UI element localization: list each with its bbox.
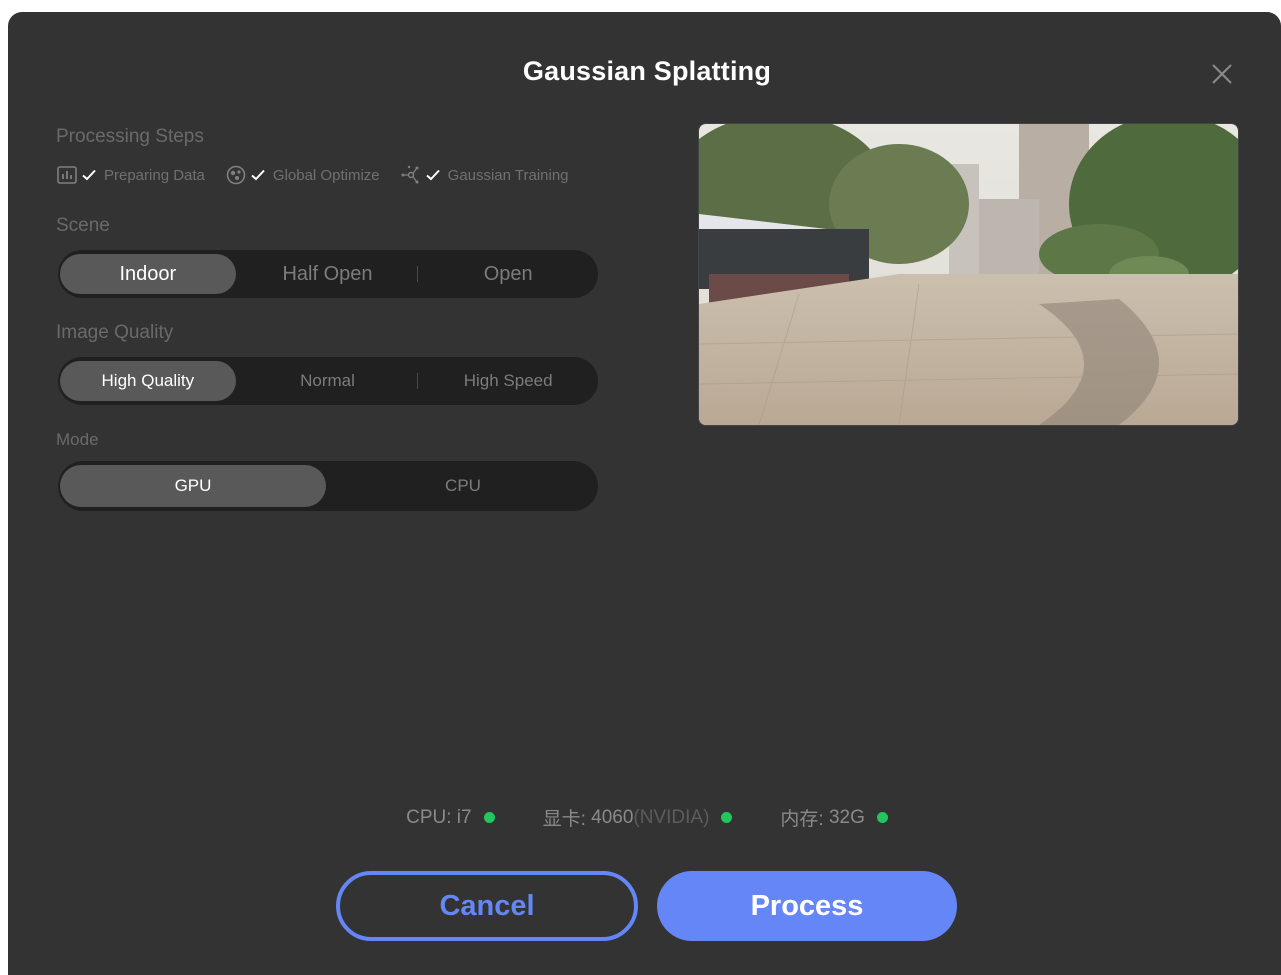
step-checkbox-checked[interactable] (424, 166, 442, 184)
scene-option-half-open[interactable]: Half Open (240, 254, 416, 294)
mode-selector: GPU CPU (58, 461, 598, 511)
close-icon (1212, 64, 1232, 84)
mode-option-cpu[interactable]: CPU (330, 465, 596, 507)
gpu-status: 显卡: 4060 (NVIDIA) (543, 804, 733, 831)
memory-value: 32G (828, 806, 865, 828)
processing-steps-label: Processing Steps (56, 126, 204, 147)
segment-divider (417, 373, 419, 389)
gpu-vendor: (NVIDIA) (633, 806, 710, 828)
gpu-label: 显卡: (542, 809, 586, 830)
scene-selector: Indoor Half Open Open (58, 250, 598, 298)
step-label: Preparing Data (104, 166, 205, 184)
system-status: CPU: i7 显卡: 4060 (NVIDIA) 内存: 32G (8, 804, 1281, 831)
cpu-value: i7 (456, 806, 472, 828)
scene-option-indoor[interactable]: Indoor (60, 254, 236, 294)
process-button[interactable]: Process (657, 871, 957, 941)
network-nodes-icon (400, 164, 422, 186)
step-gaussian-training: Gaussian Training (400, 164, 569, 186)
bar-chart-icon (56, 164, 78, 186)
gpu-value: 4060 (591, 806, 634, 828)
image-quality-label: Image Quality (56, 322, 174, 343)
step-label: Gaussian Training (447, 166, 569, 184)
quality-option-high-quality[interactable]: High Quality (60, 361, 236, 401)
dialog-title: Gaussian Splatting (522, 56, 772, 86)
quality-option-high-speed[interactable]: High Speed (420, 361, 596, 401)
cpu-label: CPU: (406, 806, 452, 828)
memory-label: 内存: (780, 809, 824, 830)
cancel-button[interactable]: Cancel (336, 871, 638, 941)
step-global-optimize: Global Optimize (225, 164, 380, 186)
memory-status: 内存: 32G (780, 804, 888, 831)
processing-steps: Preparing Data Global Optimize Gaussian … (56, 163, 589, 187)
status-ok-indicator (721, 812, 733, 823)
step-checkbox-checked[interactable] (80, 166, 98, 184)
mode-label: Mode (56, 430, 99, 449)
mode-option-gpu[interactable]: GPU (60, 465, 326, 507)
scene-preview-image (698, 123, 1239, 426)
quality-option-normal[interactable]: Normal (240, 361, 416, 401)
step-preparing-data: Preparing Data (56, 164, 205, 186)
step-checkbox-checked[interactable] (249, 166, 267, 184)
step-label: Global Optimize (272, 166, 380, 184)
cpu-status: CPU: i7 (406, 806, 495, 829)
segment-divider (417, 266, 419, 282)
scene-option-open[interactable]: Open (420, 254, 596, 294)
close-button[interactable] (1206, 58, 1238, 90)
status-ok-indicator (483, 812, 495, 823)
gaussian-splatting-dialog: Gaussian Splatting Processing Steps Prep… (8, 12, 1281, 975)
status-ok-indicator (876, 812, 888, 823)
scene-label: Scene (56, 215, 110, 236)
globe-icon (225, 164, 247, 186)
image-quality-selector: High Quality Normal High Speed (58, 357, 598, 405)
